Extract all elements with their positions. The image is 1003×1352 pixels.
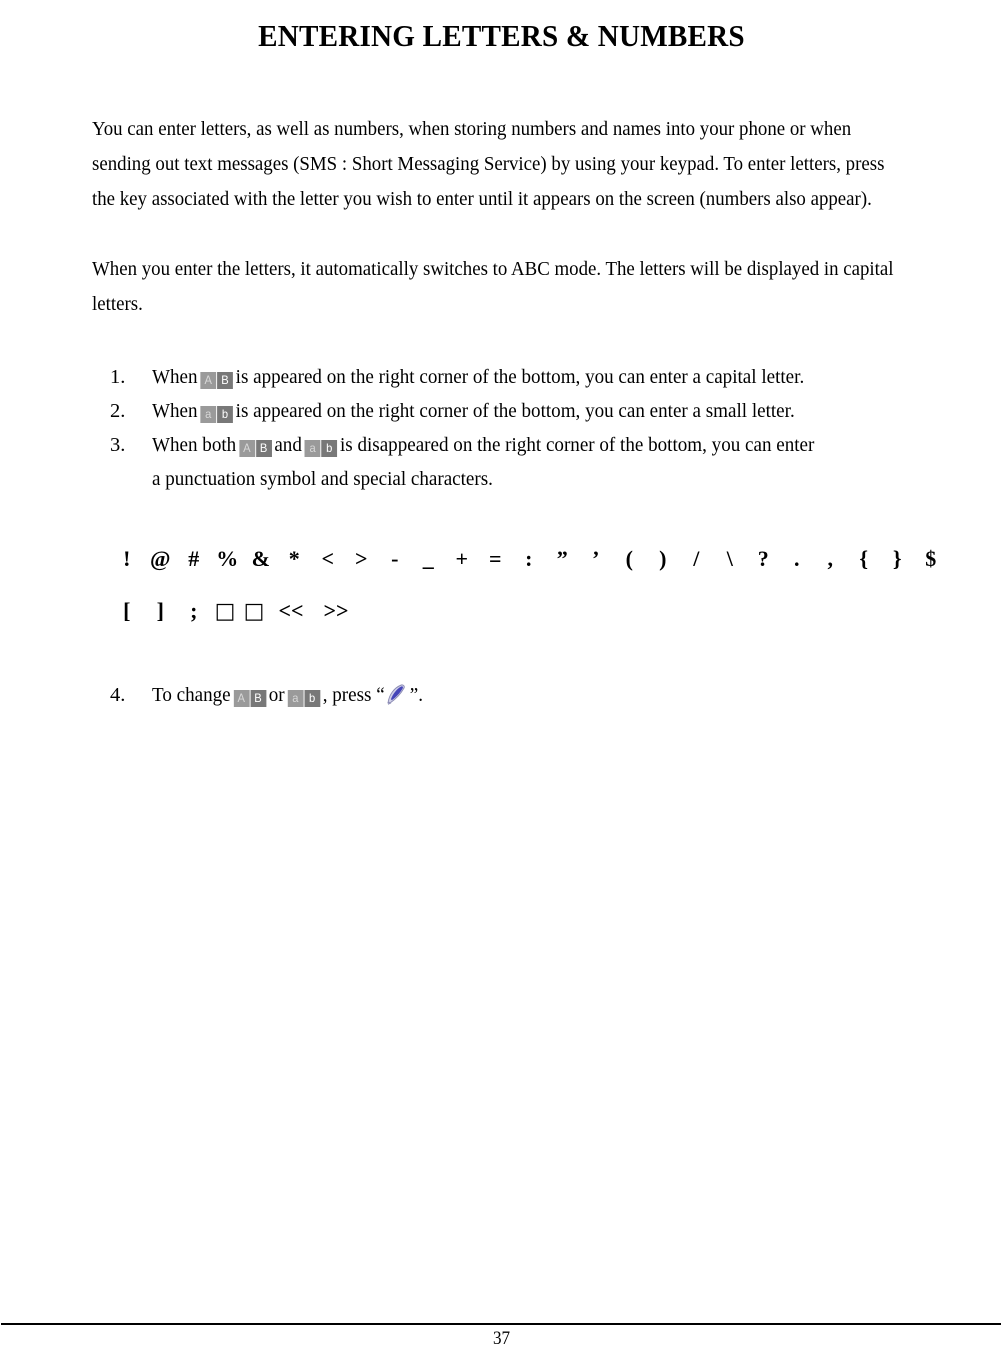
list-item-4-wrapper: 4. To change A Bor a b, press “ ”. [110, 678, 990, 712]
ab-indicator-left-cell: a [304, 439, 321, 457]
special-character: } [892, 546, 902, 571]
ab-indicator-right-cell: b [217, 405, 233, 423]
special-characters-block: ! @ #% & * < > - _ + =: ” ’ () / \?., {} $ []; □ □ << >> [110, 533, 970, 638]
list-item-1-text-after: is appeared on the right corner of the b… [235, 366, 805, 388]
list-item-4-text-after: , press “ [322, 684, 385, 706]
special-character: - [391, 546, 399, 571]
special-character: \ [726, 546, 733, 571]
pen-stylus-icon [386, 682, 409, 705]
list-item-3: 3. When both A Band a b is disappeared on the… [110, 428, 990, 462]
special-character: ) [659, 546, 667, 571]
page-number: 37 [492, 1328, 511, 1349]
special-character: { [859, 546, 869, 571]
special-character: ] [156, 598, 164, 623]
list-item-4-text: To change A Bor a b, press “ ”. [152, 678, 931, 712]
special-character: & [251, 546, 270, 571]
AB-indicator-left-cell: A [200, 371, 217, 389]
list-item-4-text-middle: or [268, 684, 285, 706]
special-character: , [827, 546, 834, 571]
special-character: @ [150, 546, 171, 571]
footer-divider [1, 1323, 1001, 1325]
list-item-4-text-before: To change [152, 684, 231, 706]
special-character: . [794, 546, 800, 571]
ab-indicator-right-cell: b [321, 439, 338, 457]
special-character: > [354, 546, 368, 571]
special-characters-row-1: ! @ #% & * < > - _ + =: ” ’ () / \?., {} $ [110, 533, 970, 585]
list-item-4-number: 4. [110, 684, 126, 706]
AB-indicator-right-cell: B [250, 689, 266, 707]
AB-indicator-icon: AB [200, 371, 233, 389]
special-character: ’ [592, 546, 600, 571]
list-item-1-number: 1. [110, 366, 126, 388]
list-item-2-text-after: is appeared on the right corner of the b… [235, 400, 795, 422]
special-character: # [188, 546, 200, 571]
AB-indicator-right-cell: B [217, 371, 233, 389]
special-character: : [525, 546, 533, 571]
list-item-3-text-middle: and [274, 434, 302, 456]
AB-indicator-icon: AB [233, 689, 266, 707]
AB-indicator-right-cell: B [255, 439, 272, 457]
AB-indicator-icon: AB [238, 439, 272, 457]
special-character: + [455, 546, 469, 571]
special-character: _ [422, 546, 434, 571]
special-character: ? [757, 546, 769, 571]
special-character: □ [243, 599, 265, 624]
ab-indicator-left-cell: a [287, 689, 304, 707]
list-item-4: 4. To change A Bor a b, press “ ”. [110, 678, 990, 712]
special-character: % [216, 546, 239, 571]
list-item-3-text: When both A Band a b is disappeared on the ri… [152, 428, 931, 462]
ab-indicator-left-cell: a [200, 405, 217, 423]
intro-text-block: You can enter letters, as well as number… [92, 112, 900, 322]
list-item-2: 2. When a b is appeared on the right corner… [110, 394, 990, 428]
special-character: $ [925, 546, 937, 571]
AB-indicator-left-cell: A [233, 689, 250, 707]
special-character: ” [556, 546, 568, 571]
ab-indicator-icon: ab [304, 439, 338, 457]
special-character: ! [123, 546, 131, 571]
ab-indicator-right-cell: b [304, 689, 320, 707]
special-character: □ [214, 599, 236, 624]
list-item-1-text-before: When [152, 366, 198, 388]
list-item-2-text: When a b is appeared on the right corner of… [152, 394, 931, 428]
list-item-4-text-end: ”. [409, 684, 424, 706]
special-character: ( [625, 546, 633, 571]
special-character: * [288, 546, 300, 571]
list-item-2-number: 2. [110, 400, 126, 422]
list-item-2-text-before: When [152, 400, 198, 422]
special-character: ; [190, 598, 198, 623]
page-title: ENTERING LETTERS & NUMBERS [258, 18, 745, 53]
instruction-list: 1. When A Bis appeared on the right corner… [110, 360, 990, 496]
special-character: [ [123, 598, 131, 623]
special-character: = [488, 546, 502, 571]
paragraph-1: You can enter letters, as well as number… [92, 118, 885, 210]
list-item-1: 1. When A Bis appeared on the right corner… [110, 360, 990, 394]
document-page: ENTERING LETTERS & NUMBERS You can enter… [0, 0, 1003, 1352]
special-character: >> [323, 598, 349, 623]
list-item-3-text-after: is disappeared on the right corner of th… [339, 434, 815, 456]
special-characters-row-2: []; □ □ << >> [110, 585, 970, 638]
list-item-3-text-before: When both [152, 434, 237, 456]
special-character: << [278, 598, 304, 623]
ab-indicator-icon: ab [200, 405, 233, 423]
AB-indicator-left-cell: A [238, 439, 255, 457]
ab-indicator-icon: ab [287, 689, 320, 707]
special-character: / [693, 546, 700, 571]
list-item-1-text: When A Bis appeared on the right corner of… [152, 360, 931, 394]
special-character: < [321, 546, 335, 571]
list-item-3-continuation: a punctuation symbol and special charact… [152, 468, 493, 490]
list-item-3-number: 3. [110, 434, 126, 456]
paragraph-2: When you enter the letters, it automatic… [92, 258, 894, 315]
